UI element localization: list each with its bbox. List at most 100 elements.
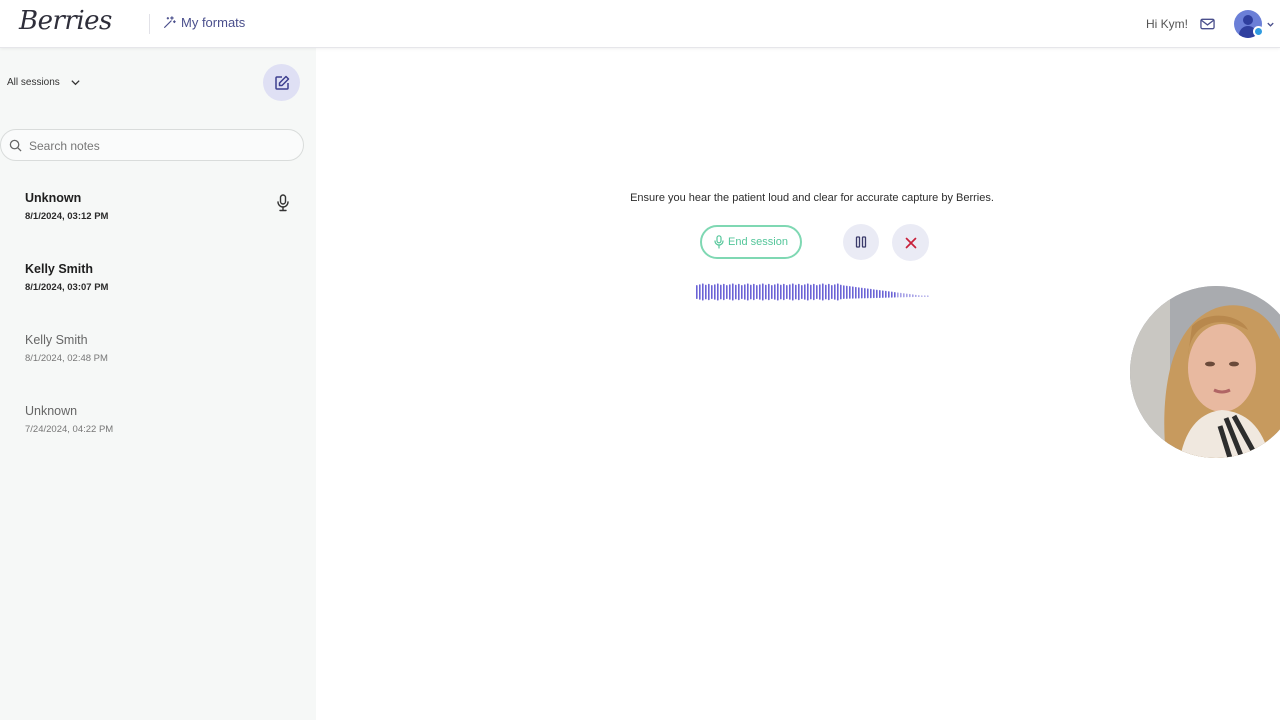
sessions-sidebar: All sessions Unknown 8/1/2024, 03:12 PM … bbox=[0, 48, 316, 720]
waveform-bar bbox=[885, 290, 887, 298]
waveform-bar bbox=[810, 284, 812, 300]
search-icon bbox=[9, 139, 22, 152]
audio-waveform bbox=[696, 283, 929, 301]
waveform-bar bbox=[897, 292, 899, 298]
end-session-button[interactable]: End session bbox=[700, 225, 802, 259]
waveform-bar bbox=[927, 295, 929, 297]
waveform-bar bbox=[768, 283, 770, 301]
waveform-bar bbox=[744, 284, 746, 300]
waveform-bar bbox=[783, 283, 785, 301]
session-item-0[interactable]: Unknown 8/1/2024, 03:12 PM bbox=[0, 191, 316, 251]
waveform-bar bbox=[912, 294, 914, 298]
cancel-session-button[interactable] bbox=[892, 224, 929, 261]
waveform-bar bbox=[759, 284, 761, 300]
waveform-bar bbox=[726, 285, 728, 299]
waveform-bar bbox=[867, 288, 869, 299]
waveform-bar bbox=[909, 293, 911, 298]
search-notes-input[interactable] bbox=[29, 136, 289, 156]
pause-button[interactable] bbox=[843, 224, 879, 260]
waveform-bar bbox=[741, 285, 743, 299]
microphone-icon bbox=[714, 235, 724, 249]
waveform-bar bbox=[807, 283, 809, 301]
waveform-bar bbox=[801, 285, 803, 299]
waveform-bar bbox=[888, 291, 890, 298]
waveform-bar bbox=[894, 291, 896, 298]
waveform-bar bbox=[747, 283, 749, 301]
waveform-bar bbox=[699, 284, 701, 300]
waveform-bar bbox=[777, 283, 779, 301]
session-date: 7/24/2024, 04:22 PM bbox=[25, 424, 114, 435]
microphone-icon bbox=[277, 194, 289, 212]
waveform-bar bbox=[708, 283, 710, 301]
waveform-bar bbox=[915, 294, 917, 298]
waveform-bar bbox=[774, 284, 776, 300]
waveform-bar bbox=[906, 293, 908, 298]
mail-icon[interactable] bbox=[1200, 17, 1215, 31]
waveform-bar bbox=[816, 285, 818, 299]
waveform-bar bbox=[798, 283, 800, 301]
session-name: Unknown bbox=[25, 404, 78, 418]
waveform-bar bbox=[846, 285, 848, 299]
waveform-bar bbox=[705, 284, 707, 300]
session-name: Kelly Smith bbox=[25, 333, 88, 347]
waveform-bar bbox=[753, 283, 755, 301]
recording-instruction: Ensure you hear the patient loud and cle… bbox=[630, 192, 994, 204]
session-name: Unknown bbox=[25, 191, 82, 205]
waveform-bar bbox=[702, 283, 704, 301]
waveform-bar bbox=[756, 285, 758, 299]
waveform-bar bbox=[891, 291, 893, 298]
chevron-down-icon[interactable] bbox=[1266, 20, 1275, 29]
waveform-bar bbox=[771, 285, 773, 299]
waveform-bar bbox=[855, 286, 857, 299]
session-name: Kelly Smith bbox=[25, 262, 94, 276]
waveform-bar bbox=[789, 284, 791, 300]
session-date: 8/1/2024, 03:12 PM bbox=[25, 211, 109, 222]
my-formats-link[interactable]: My formats bbox=[163, 15, 245, 30]
waveform-bar bbox=[852, 286, 854, 299]
waveform-bar bbox=[864, 288, 866, 299]
waveform-bar bbox=[750, 284, 752, 300]
session-item-3[interactable]: Unknown 7/24/2024, 04:22 PM bbox=[0, 404, 316, 464]
session-date: 8/1/2024, 03:07 PM bbox=[25, 282, 109, 293]
waveform-bar bbox=[780, 284, 782, 300]
waveform-bar bbox=[873, 289, 875, 299]
top-header: Berries My formats Hi Kym! bbox=[0, 0, 1280, 48]
waveform-bar bbox=[711, 285, 713, 299]
waveform-bar bbox=[921, 295, 923, 297]
waveform-bar bbox=[849, 286, 851, 299]
berries-logo[interactable]: Berries bbox=[19, 6, 112, 36]
sessions-filter-label: All sessions bbox=[7, 77, 60, 88]
session-item-2[interactable]: Kelly Smith 8/1/2024, 02:48 PM bbox=[0, 333, 316, 393]
waveform-bar bbox=[840, 284, 842, 300]
waveform-bar bbox=[765, 284, 767, 300]
waveform-bar bbox=[825, 284, 827, 300]
sessions-filter-dropdown[interactable]: All sessions bbox=[7, 77, 81, 88]
waveform-bar bbox=[882, 290, 884, 298]
waveform-bar bbox=[735, 284, 737, 300]
avatar-head bbox=[1243, 15, 1253, 25]
waveform-bar bbox=[792, 283, 794, 301]
waveform-bar bbox=[858, 287, 860, 299]
waveform-bar bbox=[720, 284, 722, 300]
waveform-bar bbox=[795, 284, 797, 300]
magic-wand-icon bbox=[164, 16, 176, 28]
waveform-bar bbox=[834, 284, 836, 300]
waveform-bar bbox=[861, 287, 863, 299]
waveform-bar bbox=[843, 285, 845, 299]
waveform-bar bbox=[870, 288, 872, 299]
waveform-bar bbox=[837, 283, 839, 301]
waveform-bar bbox=[804, 284, 806, 300]
new-note-button[interactable] bbox=[263, 64, 300, 101]
waveform-bar bbox=[900, 292, 902, 298]
session-item-1[interactable]: Kelly Smith 8/1/2024, 03:07 PM bbox=[0, 262, 316, 322]
waveform-bar bbox=[918, 295, 920, 297]
waveform-bar bbox=[738, 283, 740, 301]
waveform-bar bbox=[822, 283, 824, 301]
waveform-bar bbox=[831, 285, 833, 299]
waveform-bar bbox=[879, 289, 881, 299]
close-icon bbox=[905, 237, 916, 248]
search-notes-field bbox=[0, 129, 304, 161]
waveform-bar bbox=[762, 283, 764, 301]
waveform-bar bbox=[786, 285, 788, 299]
waveform-bar bbox=[723, 283, 725, 301]
